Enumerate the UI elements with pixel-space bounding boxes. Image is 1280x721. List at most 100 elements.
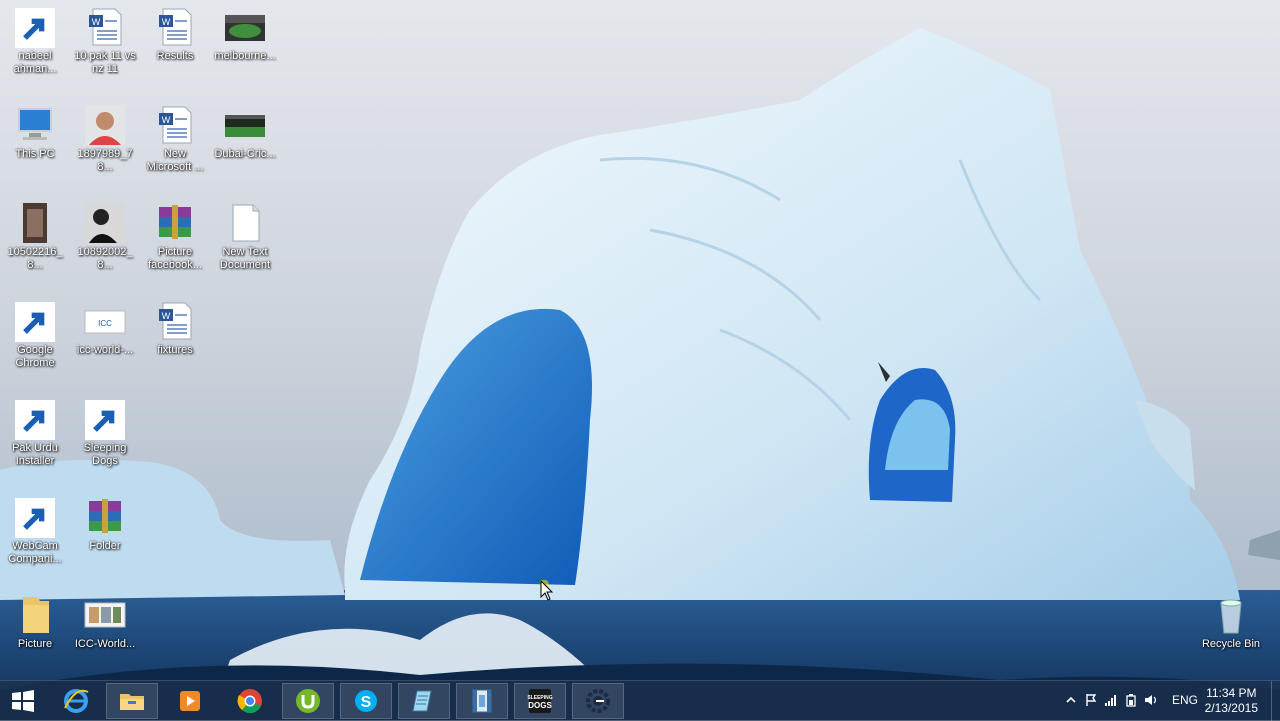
system-tray: ENG 11:34 PM 2/13/2015 [1060, 681, 1280, 721]
desktop-icon-label: 10502216_8... [7, 246, 63, 271]
svg-text:ICC: ICC [98, 319, 112, 328]
desktop-icon-10502216[interactable]: 10502216_8... [0, 196, 70, 272]
desktop-icon-pak-urdu-installer[interactable]: Pak Urdu Installer [0, 392, 70, 468]
desktop-icon-label: New Text Document [219, 246, 271, 271]
notepad-icon [412, 690, 432, 712]
desktop-icon-label: Sleeping Dogs [83, 442, 127, 467]
utorrent-button[interactable] [282, 683, 334, 719]
video-editor-button[interactable] [456, 683, 508, 719]
svg-text:W: W [162, 115, 171, 125]
folder-icon [11, 594, 59, 636]
desktop-icon-results[interactable]: W Results [140, 0, 210, 63]
desktop-icon-sleeping-dogs[interactable]: SLEEPINGDOGS Sleeping Dogs [70, 392, 140, 468]
sleeping-dogs-game-icon: SLEEPINGDOGS [81, 398, 129, 440]
desktop-icon-1897989[interactable]: 1897989_78... [70, 98, 140, 174]
show-hidden-icons-arrow-icon[interactable] [1064, 693, 1078, 710]
desktop-icon-picture[interactable]: Picture [0, 588, 70, 651]
desktop-icon-fixtures[interactable]: W fixtures [140, 294, 210, 357]
word-document-icon: W [151, 6, 199, 48]
svg-text:W: W [162, 17, 171, 27]
desktop-icon-label: This PC [15, 148, 55, 160]
photo-portrait-icon [81, 104, 129, 146]
mouse-cursor-icon [540, 580, 554, 601]
winrar-archive-icon [151, 202, 199, 244]
desktop-icon-label: Results [156, 50, 194, 62]
desktop-icon-melbourne[interactable]: melbourne... [210, 0, 280, 63]
desktop-icon-new-microsoft[interactable]: W New Microsoft ... [140, 98, 210, 174]
svg-text:W: W [162, 311, 171, 321]
desktop-icon-label: 10 pak 11 vs nz 11 [74, 50, 136, 75]
desktop-icon-label: icc-world-... [76, 344, 134, 356]
sleeping-dogs-button[interactable]: SLEEPING DOGS [514, 683, 566, 719]
user-folder-icon [11, 6, 59, 48]
power-icon[interactable] [1124, 693, 1138, 710]
photo-portrait-icon [81, 202, 129, 244]
start-button[interactable] [0, 683, 46, 719]
desktop-icon-new-text-document[interactable]: New Text Document [210, 196, 280, 272]
word-document-icon: W [151, 104, 199, 146]
word-document-icon: W [81, 6, 129, 48]
image-thumbnail-icon: ICC [81, 300, 129, 342]
desktop-icon-icc-world-2[interactable]: ICC-World... [70, 588, 140, 651]
desktop-icon-10-pak-11-vs-nz-11[interactable]: W 10 pak 11 vs nz 11 [70, 0, 140, 76]
desktop-icon-picture-facebook[interactable]: Picture facebook... [140, 196, 210, 272]
svg-text:S: S [361, 694, 372, 711]
desktop-icon-folder[interactable]: Folder [70, 490, 140, 553]
clock-date: 2/13/2015 [1204, 701, 1258, 715]
desktop-icon-label: WebCam Compani... [8, 540, 62, 565]
desktop-icon-icc-world[interactable]: ICC icc-world-... [70, 294, 140, 357]
desktop-icon-label: 1897989_78... [77, 148, 133, 173]
internet-explorer-icon [64, 689, 89, 713]
winrar-archive-icon [81, 496, 129, 538]
stadium-image-icon [221, 6, 269, 48]
desktop-icon-dubai-cric[interactable]: Dubai-Cric... [210, 98, 280, 161]
action-center-flag-icon[interactable] [1084, 693, 1098, 710]
desktop-icon-label: Dubai-Cric... [214, 148, 276, 160]
volume-icon[interactable] [1144, 693, 1158, 710]
film-strip-icon [472, 689, 492, 713]
desktop-icon-label: 10892002_8... [77, 246, 133, 271]
file-explorer-button[interactable] [106, 683, 158, 719]
photo-portrait-icon [11, 202, 59, 244]
taskbar: S SLEEPING DOGS ENG 11:34 PM 2/13/2015 [0, 680, 1280, 721]
desktop-icon-label: Picture facebook... [148, 246, 202, 271]
desktop-icon-label: nabeel ahman... [13, 50, 57, 75]
media-player-button[interactable] [164, 683, 216, 719]
chrome-icon [237, 689, 262, 714]
recycle-bin-icon [1207, 594, 1255, 636]
cheat-engine-button[interactable] [572, 683, 624, 719]
windows-logo-icon [12, 690, 34, 712]
clock-time: 11:34 PM [1206, 686, 1257, 700]
language-indicator[interactable]: ENG [1172, 693, 1198, 707]
chrome-button[interactable] [224, 683, 276, 719]
desktop-icon-10892002[interactable]: 10892002_8... [70, 196, 140, 272]
desktop-icon-label: Folder [89, 540, 121, 552]
desktop-icon-recycle-bin[interactable]: Recycle Bin [1196, 588, 1266, 651]
sleeping-dogs-game-icon: SLEEPINGDOGS [527, 689, 553, 713]
skype-button[interactable]: S [340, 683, 392, 719]
utorrent-icon [296, 689, 320, 713]
desktop-icon-label: Picture [17, 638, 53, 650]
media-player-icon [180, 691, 200, 711]
desktop-icon-label: Pak Urdu Installer [12, 442, 58, 467]
desktop-icon-label: New Microsoft ... [146, 148, 204, 173]
show-desktop-button[interactable] [1271, 681, 1280, 721]
network-signal-icon[interactable] [1104, 693, 1118, 710]
desktop-icon-webcam-companion[interactable]: WebCam Compani... [0, 490, 70, 566]
desktop-icon-this-pc[interactable]: This PC [0, 98, 70, 161]
cheat-engine-icon [586, 689, 610, 713]
desktop-icon-nabeel-ahman[interactable]: nabeel ahman... [0, 0, 70, 76]
desktop-icon-label: Recycle Bin [1201, 638, 1261, 650]
text-document-icon [221, 202, 269, 244]
clock[interactable]: 11:34 PM 2/13/2015 [1205, 686, 1258, 716]
svg-text:DOGS: DOGS [528, 701, 552, 710]
svg-text:W: W [92, 17, 101, 27]
desktop-icon-google-chrome[interactable]: Google Chrome [0, 294, 70, 370]
file-explorer-icon [120, 694, 144, 710]
skype-icon: S [355, 690, 377, 712]
internet-explorer-button[interactable] [50, 683, 102, 719]
webcam-icon [11, 496, 59, 538]
desktop-icon-label: fixtures [157, 344, 193, 356]
notepad-app-button[interactable] [398, 683, 450, 719]
installer-document-icon [11, 398, 59, 440]
